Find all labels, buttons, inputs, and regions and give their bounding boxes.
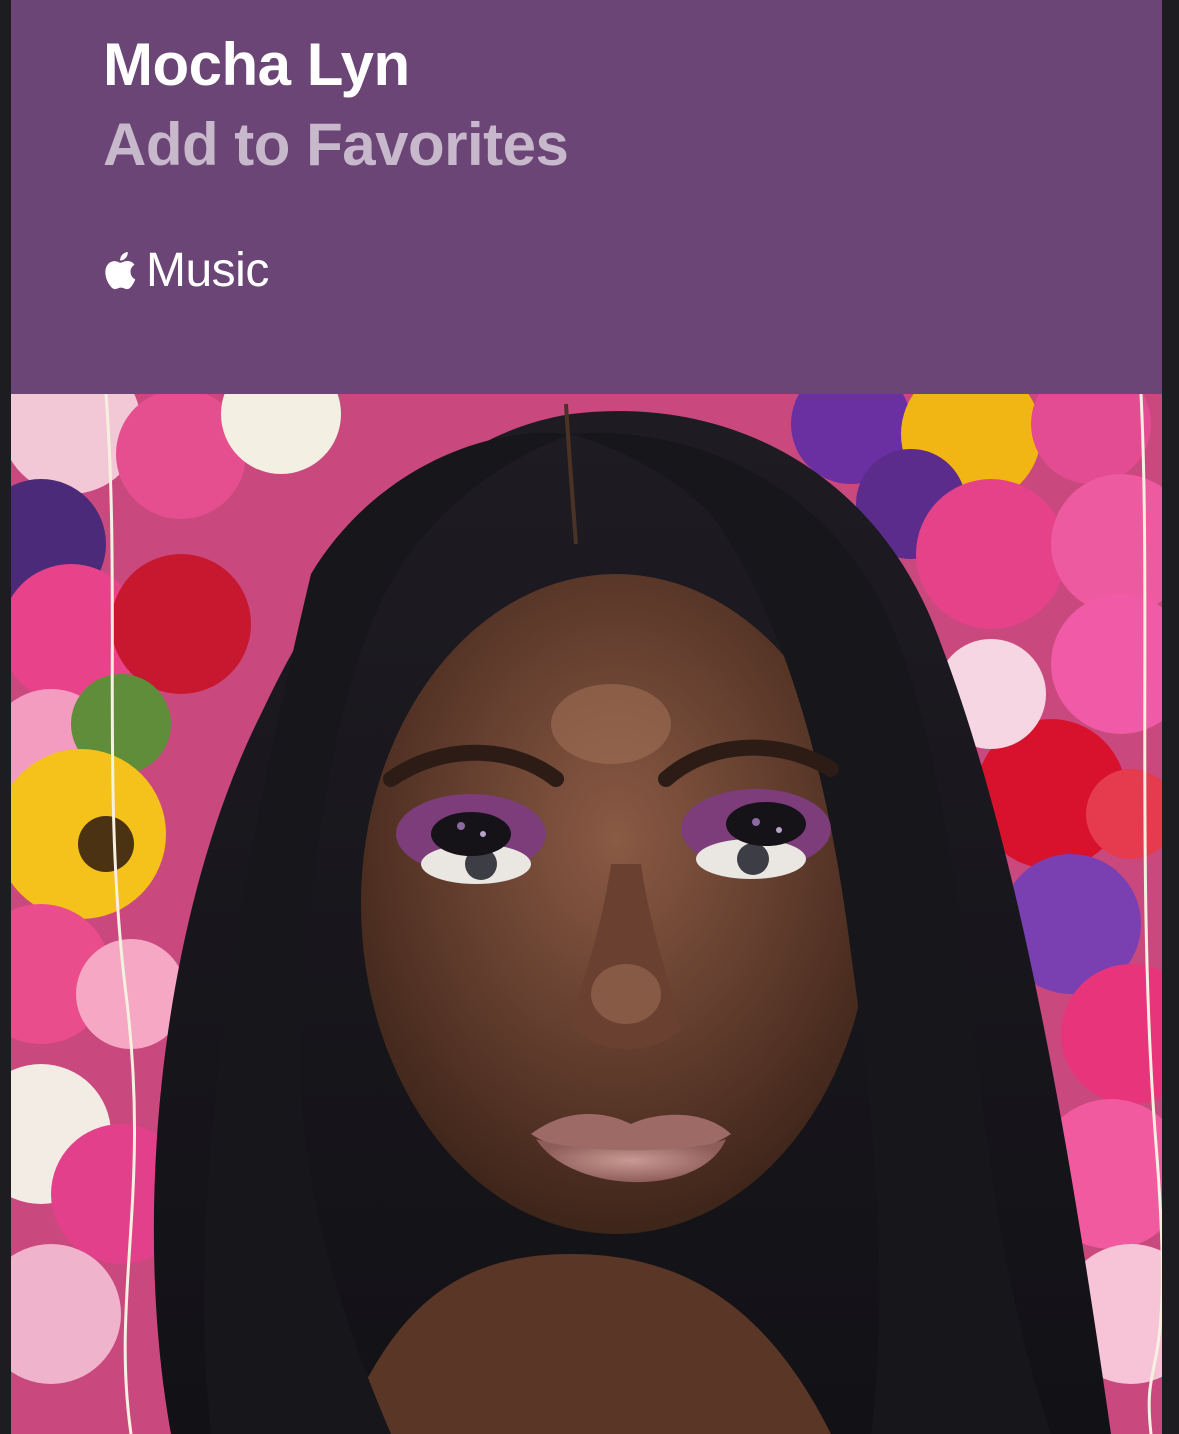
add-to-favorites-button[interactable]: Add to Favorites [103, 110, 569, 179]
apple-music-brand: Music [103, 240, 269, 300]
artist-photo [11, 394, 1162, 1434]
apple-logo-icon [105, 252, 136, 290]
card-header: Mocha Lyn Add to Favorites Music [11, 0, 1162, 394]
artist-card: Mocha Lyn Add to Favorites Music [11, 0, 1162, 1434]
artist-name: Mocha Lyn [103, 31, 410, 98]
music-label: Music [146, 243, 269, 297]
